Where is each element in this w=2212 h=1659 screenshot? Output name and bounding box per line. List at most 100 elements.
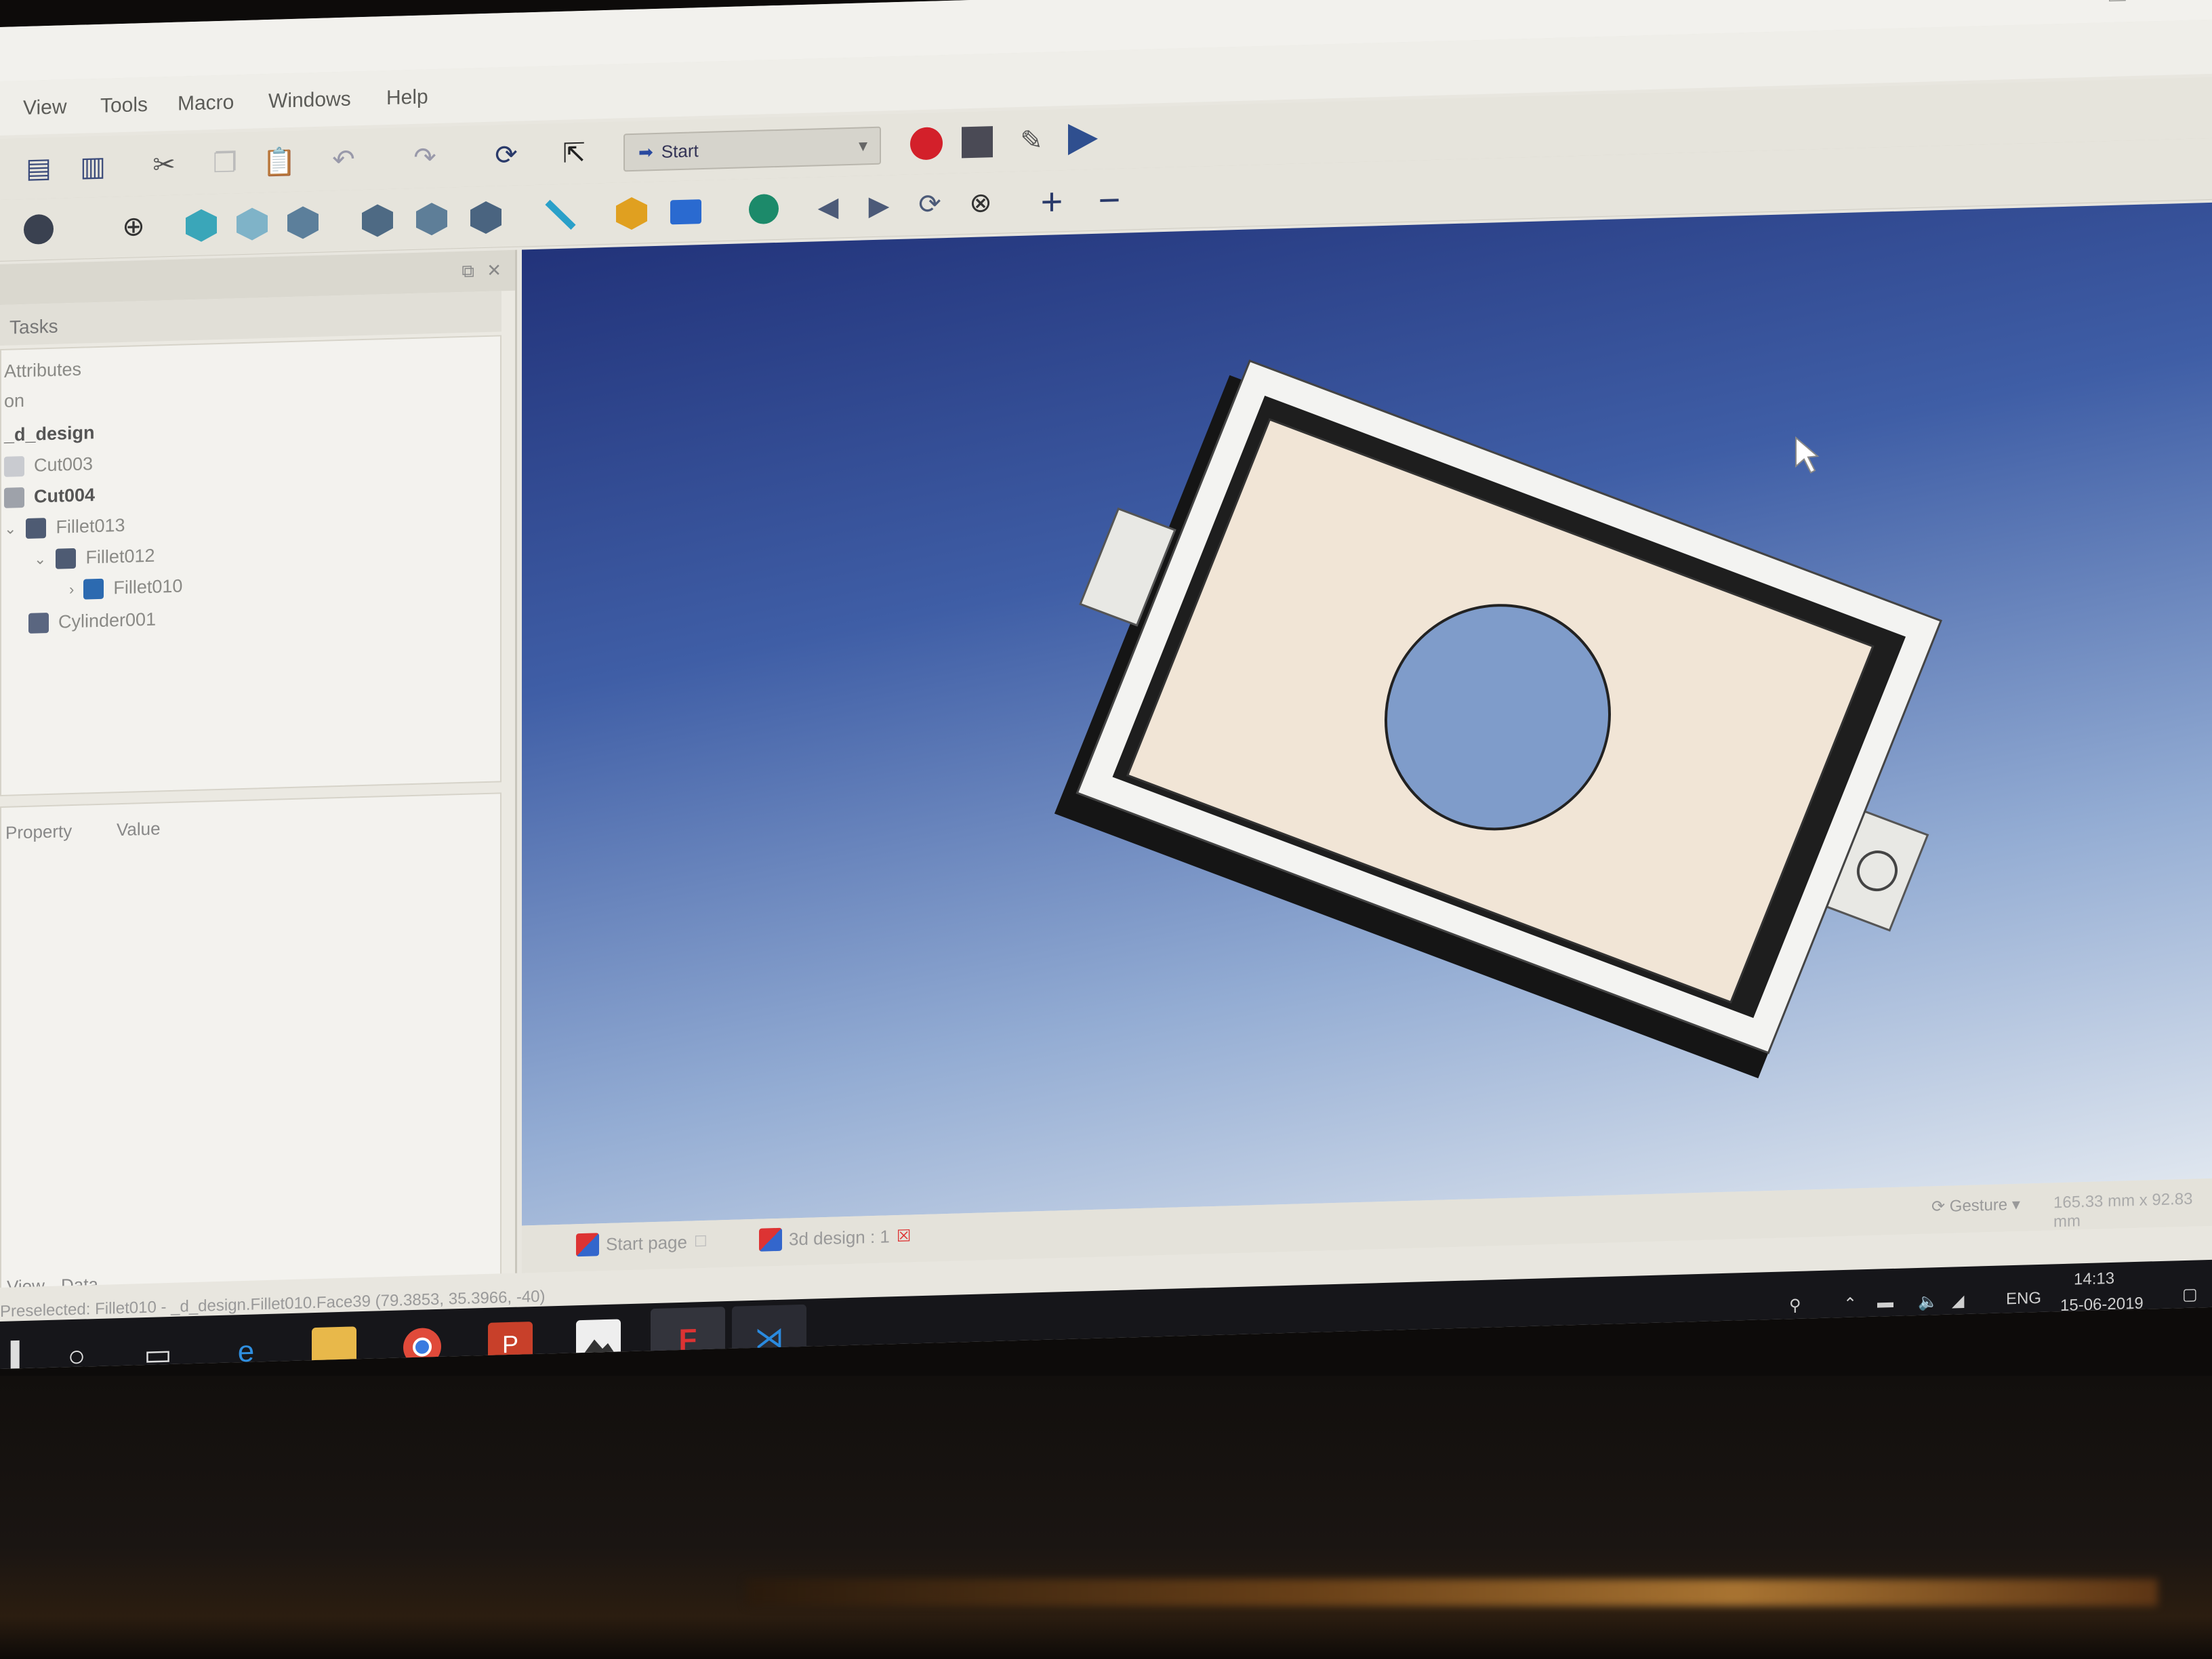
menu-macro[interactable]: Macro: [178, 91, 234, 115]
workbench-label: Start: [661, 140, 699, 162]
tree-item-document[interactable]: _d_design: [4, 422, 95, 446]
dimension-readout: 165.33 mm x 92.83 mm: [2053, 1189, 2193, 1231]
undo-icon[interactable]: ↶: [325, 141, 362, 179]
freecad-icon: [759, 1227, 782, 1252]
powerpoint-icon[interactable]: P: [488, 1322, 533, 1368]
rear-view-icon[interactable]: [413, 199, 450, 237]
task-view-icon[interactable]: ▭: [136, 1332, 180, 1369]
file-explorer-icon[interactable]: [312, 1326, 356, 1370]
forward-icon[interactable]: ▶: [861, 187, 897, 225]
minimize-button[interactable]: —: [2033, 0, 2056, 9]
zoom-out-icon[interactable]: −: [1091, 178, 1128, 221]
back-icon[interactable]: ◀: [810, 188, 846, 226]
edge-icon[interactable]: e: [224, 1329, 268, 1369]
close-tab-icon[interactable]: ☒: [897, 1226, 912, 1246]
cut-feature-icon: [4, 487, 24, 508]
monitor-screen: — ❐ ✕ View Tools Macro Windows Help ▤ ▥ …: [0, 0, 2212, 1370]
workbench-select[interactable]: ➡ Start ▾: [623, 126, 881, 172]
fit-all-icon[interactable]: ⊕: [115, 208, 152, 246]
tree-item-fillet013[interactable]: ⌄ Fillet013: [4, 515, 125, 539]
save-icon[interactable]: ▤: [20, 150, 57, 188]
arrow-right-icon: ➡: [638, 141, 653, 163]
stop-icon[interactable]: ⊗: [962, 184, 999, 222]
menu-windows[interactable]: Windows: [268, 88, 351, 113]
copy-icon[interactable]: ❐: [207, 144, 243, 182]
freecad-icon: [576, 1233, 599, 1257]
menu-view[interactable]: View: [23, 96, 66, 120]
navigation-style[interactable]: ⟳ Gesture ▾: [1931, 1195, 2020, 1217]
volume-icon[interactable]: 🔈: [1918, 1292, 1938, 1312]
bottom-view-icon[interactable]: [468, 198, 504, 236]
3d-model[interactable]: [522, 203, 2212, 1226]
reload-icon[interactable]: ⟳: [912, 186, 948, 224]
run-macro-icon[interactable]: [1064, 121, 1101, 159]
fillet-icon: [56, 548, 77, 569]
photos-icon[interactable]: [576, 1319, 621, 1366]
freecad-icon[interactable]: F: [651, 1307, 725, 1370]
right-view-icon[interactable]: [359, 201, 396, 239]
chevron-down-icon: ⌄: [34, 550, 47, 568]
tree-item-cylinder001[interactable]: Cylinder001: [28, 609, 156, 634]
paste-icon[interactable]: 📋: [261, 143, 298, 181]
fillet-icon: [83, 578, 104, 600]
vscode-icon[interactable]: ⋊: [732, 1304, 806, 1370]
whats-this-icon[interactable]: ⇱: [556, 135, 592, 173]
property-view: Property Value: [0, 792, 501, 1294]
tree-header: Attributes: [4, 359, 82, 382]
clock-date[interactable]: 15-06-2019: [2060, 1294, 2144, 1315]
close-button[interactable]: ✕: [2175, 0, 2195, 5]
menu-tools[interactable]: Tools: [100, 94, 148, 118]
chevron-down-icon: ⌄: [4, 519, 17, 537]
chrome-icon[interactable]: [400, 1324, 445, 1369]
zoom-in-icon[interactable]: +: [1033, 180, 1070, 223]
clock-time[interactable]: 14:13: [2074, 1269, 2114, 1290]
edit-macro-icon[interactable]: ✎: [1013, 122, 1050, 160]
mouse-cursor-icon: [1795, 436, 1820, 474]
model-tree: Attributes on _d_design Cut003 Cut004 ⌄ …: [0, 335, 501, 796]
monitor-bezel: [0, 1376, 2212, 1659]
front-view-icon[interactable]: [234, 205, 270, 243]
search-icon[interactable]: ○: [54, 1334, 99, 1369]
network-icon[interactable]: ◢: [1952, 1291, 1964, 1311]
tree-subheader: on: [4, 390, 25, 411]
tree-item-fillet012[interactable]: ⌄ Fillet012: [34, 546, 155, 570]
cut-icon[interactable]: ✂: [146, 146, 182, 184]
language-indicator[interactable]: ENG: [2006, 1289, 2041, 1309]
save-as-icon[interactable]: ▥: [75, 148, 111, 186]
record-macro-icon[interactable]: [908, 125, 945, 163]
tab-start-page[interactable]: Start page ☐: [576, 1230, 708, 1257]
top-view-icon[interactable]: [285, 203, 321, 241]
people-icon[interactable]: ⚲: [1789, 1296, 1801, 1315]
close-tab-icon[interactable]: ☐: [694, 1233, 708, 1251]
chevron-up-icon[interactable]: ⌃: [1843, 1294, 1857, 1314]
menu-help[interactable]: Help: [386, 85, 428, 110]
cylinder-icon: [28, 612, 49, 634]
value-column-header: Value: [117, 818, 161, 840]
chevron-right-icon: ›: [69, 580, 75, 598]
tree-item-fillet010[interactable]: › Fillet010: [69, 575, 182, 600]
chevron-down-icon: ▾: [858, 135, 867, 156]
3d-viewport[interactable]: [522, 202, 2212, 1226]
group-icon[interactable]: [668, 192, 704, 230]
view-style-icon[interactable]: [20, 211, 57, 249]
fillet-icon: [26, 517, 47, 539]
notification-icon[interactable]: ▢: [2182, 1284, 2198, 1305]
web-icon[interactable]: [745, 190, 782, 228]
measure-icon[interactable]: [542, 196, 579, 234]
isometric-view-icon[interactable]: [183, 206, 220, 244]
stop-macro-icon[interactable]: [959, 123, 996, 161]
part-icon[interactable]: [613, 194, 650, 232]
property-column-header: Property: [5, 821, 73, 843]
tab-3d-design[interactable]: 3d design : 1 ☒: [759, 1224, 912, 1252]
battery-icon[interactable]: ▬: [1877, 1293, 1893, 1313]
start-icon[interactable]: ▍: [0, 1335, 45, 1369]
tree-item-cut004[interactable]: Cut004: [4, 485, 95, 508]
tree-item-cut003[interactable]: Cut003: [4, 453, 93, 477]
refresh-icon[interactable]: ⟳: [488, 136, 525, 174]
maximize-button[interactable]: ❐: [2108, 0, 2128, 7]
close-panel-icon[interactable]: ✕: [487, 260, 501, 281]
cut-feature-icon: [4, 455, 24, 477]
undock-icon[interactable]: ⧉: [462, 260, 474, 283]
redo-icon[interactable]: ↷: [407, 139, 443, 177]
combo-view: ⧉ ✕ Tasks Attributes on _d_design Cut003…: [0, 249, 517, 1308]
